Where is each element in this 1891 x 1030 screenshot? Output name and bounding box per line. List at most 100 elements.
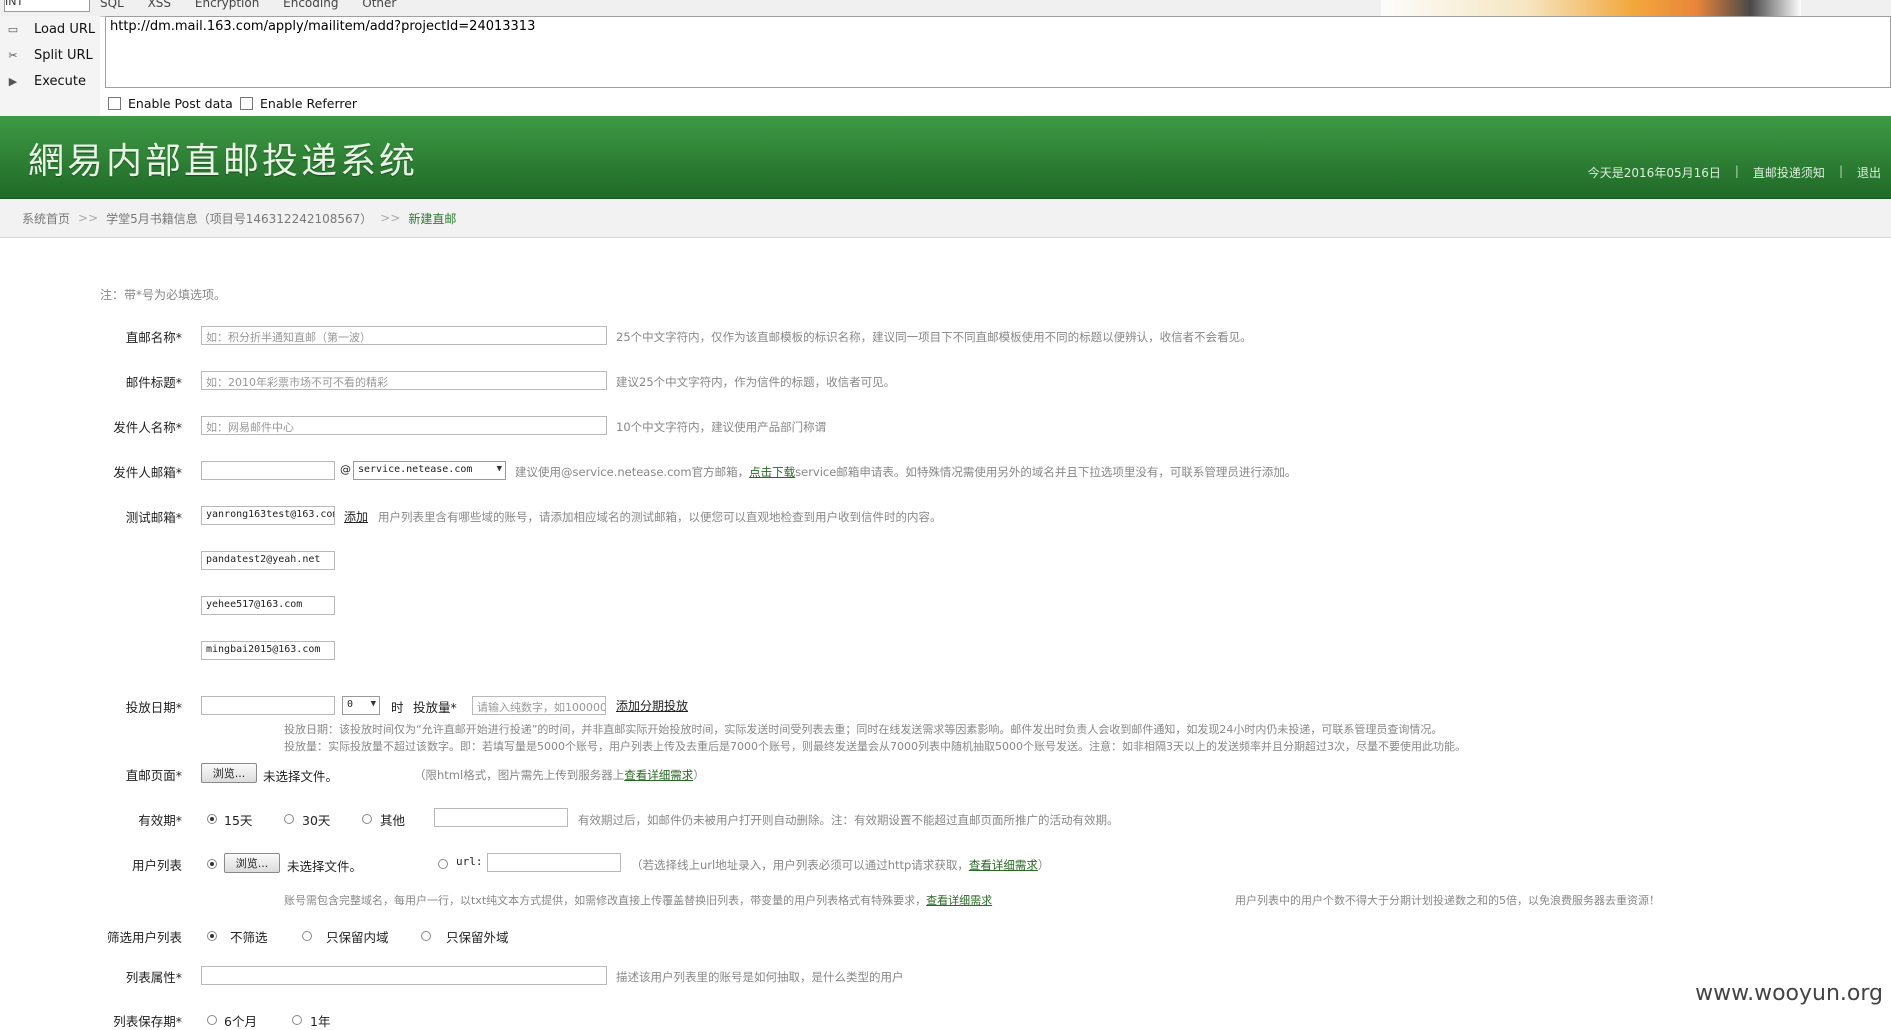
chevron-down-icon: ▼ [370, 699, 376, 709]
execute-icon: ▶ [8, 74, 18, 88]
filter-outer-radio[interactable] [421, 931, 431, 941]
menu-encryption[interactable]: Encryption [195, 0, 259, 10]
enable-post-checkbox[interactable]: Enable Post data [108, 96, 233, 111]
split-url-icon: ✂ [8, 48, 18, 62]
url-textarea[interactable]: http://dm.mail.163.com/apply/mailitem/ad… [105, 16, 1891, 88]
menu-xss[interactable]: XSS [148, 0, 171, 10]
filter-inner-radio[interactable] [302, 931, 312, 941]
add-phase-link[interactable]: 添加分期投放 [616, 697, 688, 714]
validity-label: 有效期* [138, 813, 182, 828]
breadcrumb-project[interactable]: 学堂5月书籍信息（项目号146312242108567） [106, 210, 372, 227]
hour-select[interactable]: 0 ▼ [342, 696, 380, 715]
user-list-format-link[interactable]: 查看详细需求 [926, 894, 992, 907]
test-email-input-4[interactable]: mingbai2015@163.com [201, 641, 335, 660]
execute-button[interactable]: ▶ Execute [0, 70, 100, 92]
test-email-input-1[interactable]: yanrong163test@163.com [201, 506, 335, 525]
subject-input[interactable]: 如：2010年彩票市场不可不看的精彩 [201, 371, 607, 390]
site-title: 網易内部直邮投递系统 [28, 141, 419, 182]
date-text: 今天是2016年05月16日 [1587, 166, 1721, 180]
test-email-hint: 用户列表里含有哪些域的账号，请添加相应域名的测试邮箱，以便您可以直观地检查到用户… [378, 510, 942, 524]
filter-none-radio[interactable] [207, 931, 217, 941]
validity-custom-input[interactable] [434, 808, 568, 827]
encoding-select[interactable]: INT [4, 0, 90, 12]
user-list-detail-link[interactable]: 查看详细需求 [969, 858, 1038, 872]
sender-name-input[interactable]: 如：网易邮件中心 [201, 416, 607, 435]
download-link[interactable]: 点击下载 [749, 465, 795, 479]
test-email-input-3[interactable]: yehee517@163.com [201, 596, 335, 615]
keep-6m-label: 6个月 [224, 1014, 257, 1029]
user-list-url-input[interactable] [487, 853, 621, 872]
hackbar-menu-bar: INT SQL XSS Encryption Encoding Other [0, 0, 1891, 17]
hackbar-actions: ▭ Load URL ✂ Split URL ▶ Execute [0, 16, 100, 116]
header-links: 今天是2016年05月16日 | 直邮投递须知 | 退出 [1588, 164, 1881, 181]
filter-label: 筛选用户列表 [106, 930, 182, 945]
chevron-down-icon: ▼ [496, 464, 502, 474]
user-list-limit-note: 用户列表中的用户个数不得大于分期计划投递数之和的5倍，以免浪费服务器去重资源！ [1235, 894, 1660, 907]
user-list-hint: （若选择线上url地址录入，用户列表必须可以通过http请求获取，查看详细需求） [631, 858, 1050, 872]
enable-referrer-checkbox[interactable]: Enable Referrer [240, 96, 357, 111]
subject-label: 邮件标题* [125, 375, 182, 390]
list-keep-label: 列表保存期* [113, 1014, 182, 1029]
filter-none-label: 不筛选 [230, 930, 268, 945]
add-test-email-link[interactable]: 添加 [344, 508, 368, 525]
load-url-button[interactable]: ▭ Load URL [0, 18, 100, 40]
validity-hint: 有效期过后，如邮件仍未被用户打开则自动删除。注：有效期设置不能超过直邮页面所推广… [578, 813, 1119, 827]
breadcrumb: 系统首页 >> 学堂5月书籍信息（项目号146312242108567） >> … [0, 199, 1891, 238]
mail-name-label: 直邮名称* [125, 330, 182, 345]
user-list-label: 用户列表 [131, 858, 182, 873]
validity-15-radio[interactable] [207, 814, 217, 824]
filter-inner-label: 只保留内域 [326, 930, 389, 945]
load-url-icon: ▭ [7, 22, 19, 36]
domain-select[interactable]: service.netease.com ▼ [353, 461, 506, 480]
keep-1y-label: 1年 [310, 1014, 331, 1029]
page-no-file: 未选择文件。 [263, 769, 339, 784]
browse-user-list-button[interactable]: 浏览... [224, 853, 280, 873]
menu-encoding[interactable]: Encoding [283, 0, 338, 10]
mail-name-input[interactable]: 如：积分折半通知直邮（第一波） [201, 326, 607, 345]
validity-30-label: 30天 [302, 813, 331, 828]
checkbox-box[interactable] [108, 97, 121, 110]
decorative-banner-image [1381, 0, 1801, 16]
sender-email-input[interactable] [201, 461, 335, 480]
keep-6m-radio[interactable] [207, 1015, 217, 1025]
user-list-url-radio[interactable] [438, 859, 448, 869]
mail-name-hint: 25个中文字符内，仅作为该直邮模板的标识名称，建议同一项目下不同直邮模板使用不同… [616, 330, 1252, 344]
breadcrumb-home[interactable]: 系统首页 [22, 210, 70, 227]
sender-email-label: 发件人邮箱* [113, 465, 182, 480]
hackbar-menu: SQL XSS Encryption Encoding Other [100, 0, 416, 10]
sender-name-label: 发件人名称* [113, 420, 182, 435]
delivery-date-input[interactable] [201, 696, 335, 715]
split-url-button[interactable]: ✂ Split URL [0, 44, 100, 66]
notice-link[interactable]: 直邮投递须知 [1753, 164, 1825, 181]
sender-name-hint: 10个中文字符内，建议使用产品部门称谓 [616, 420, 827, 434]
validity-other-label: 其他 [380, 813, 406, 828]
validity-other-radio[interactable] [362, 814, 372, 824]
checkbox-box[interactable] [240, 97, 253, 110]
logout-link[interactable]: 退出 [1857, 164, 1881, 181]
user-list-no-file: 未选择文件。 [287, 859, 363, 874]
test-email-input-2[interactable]: pandatest2@yeah.net [201, 551, 335, 570]
page-detail-link[interactable]: 查看详细需求 [624, 768, 693, 782]
browse-page-button[interactable]: 浏览... [201, 763, 257, 783]
delivery-date-label: 投放日期* [125, 700, 182, 715]
sender-email-hint: 建议使用@service.netease.com官方邮箱，点击下载service… [515, 465, 1297, 479]
site-header: 網易内部直邮投递系统 今天是2016年05月16日 | 直邮投递须知 | 退出 [0, 116, 1891, 199]
amount-input[interactable]: 请输入纯数字，如100000 [472, 696, 606, 715]
list-attr-input[interactable] [201, 966, 607, 985]
keep-1y-radio[interactable] [292, 1015, 302, 1025]
hour-unit: 时 [391, 700, 404, 715]
test-email-label: 测试邮箱* [125, 510, 182, 525]
user-list-note: 账号需包含完整域名，每用户一行，以txt纯文本方式提供，如需修改直接上传覆盖替换… [284, 894, 993, 907]
required-note: 注：带*号为必填选项。 [100, 288, 227, 302]
divider: | [1838, 164, 1843, 178]
validity-30-radio[interactable] [284, 814, 294, 824]
validity-15-label: 15天 [224, 813, 253, 828]
list-attr-label: 列表属性* [125, 970, 182, 985]
url-label: url: [456, 855, 483, 868]
amount-label: 投放量* [413, 700, 457, 715]
breadcrumb-current: 新建直邮 [408, 211, 457, 226]
menu-sql[interactable]: SQL [100, 0, 124, 10]
user-list-file-radio[interactable] [207, 859, 217, 869]
mail-page-hint: （限html格式，图片需先上传到服务器上查看详细需求） [414, 768, 705, 782]
menu-other[interactable]: Other [362, 0, 396, 10]
